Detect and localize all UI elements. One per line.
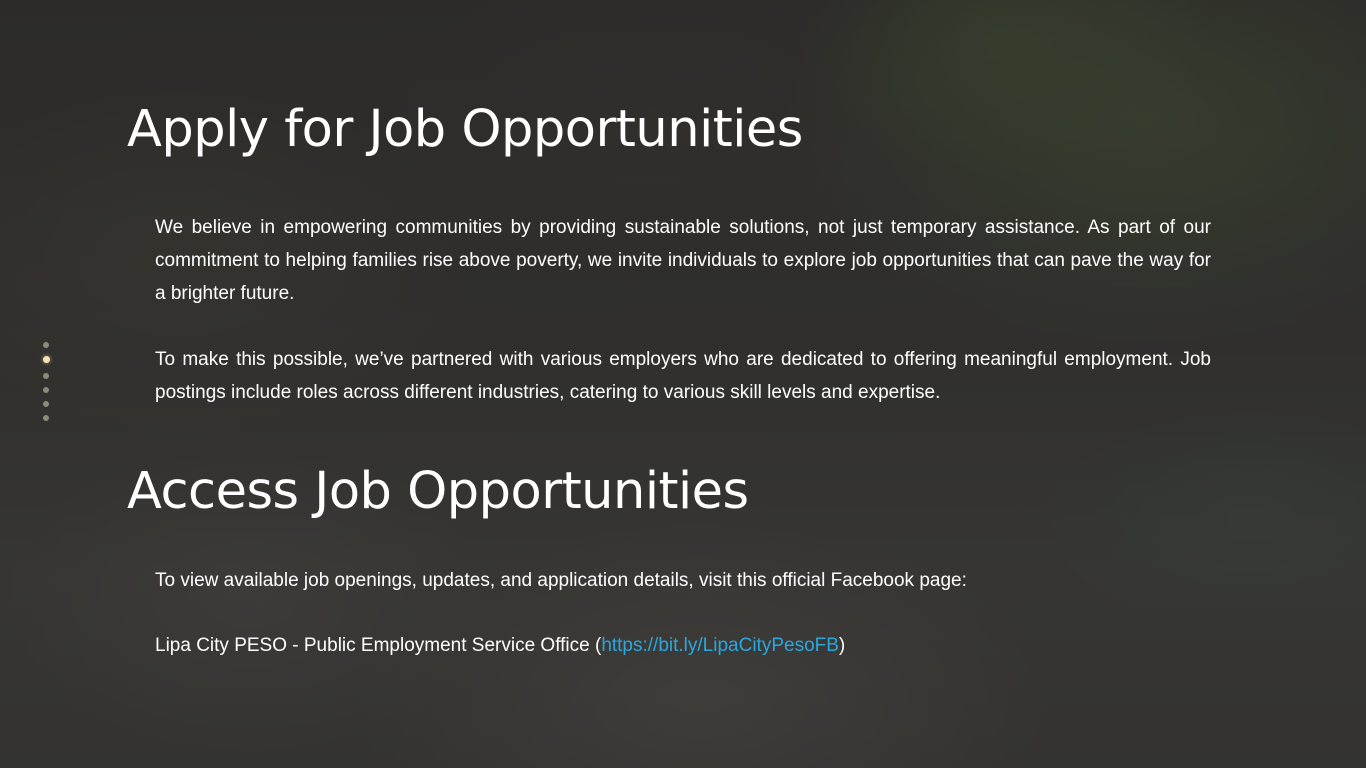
peso-office-label: Lipa City PESO - Public Employment Servi…	[155, 635, 602, 656]
apply-paragraph-2: To make this possible, we’ve partnered w…	[155, 349, 1211, 403]
nav-dot-2-active[interactable]	[42, 356, 50, 363]
nav-dot-5[interactable]	[43, 401, 49, 407]
facebook-page-link[interactable]: https://bit.ly/LipaCityPesoFB	[601, 635, 839, 656]
access-heading: Access Job Opportunities	[127, 462, 749, 521]
slide-navigation-dots	[42, 342, 50, 421]
apply-paragraph-1: We believe in empowering communities by …	[155, 217, 1211, 304]
slide-page: Apply for Job Opportunities We believe i…	[0, 0, 1366, 768]
closing-paren: )	[838, 635, 846, 656]
access-intro: To view available job openings, updates,…	[155, 570, 967, 591]
nav-dot-3[interactable]	[43, 373, 49, 379]
nav-dot-6[interactable]	[43, 415, 49, 421]
nav-dot-1[interactable]	[43, 342, 49, 348]
apply-heading: Apply for Job Opportunities	[127, 100, 803, 159]
nav-dot-4[interactable]	[43, 387, 49, 393]
peso-office-line: Lipa City PESO - Public Employment Servi…	[155, 629, 1211, 662]
